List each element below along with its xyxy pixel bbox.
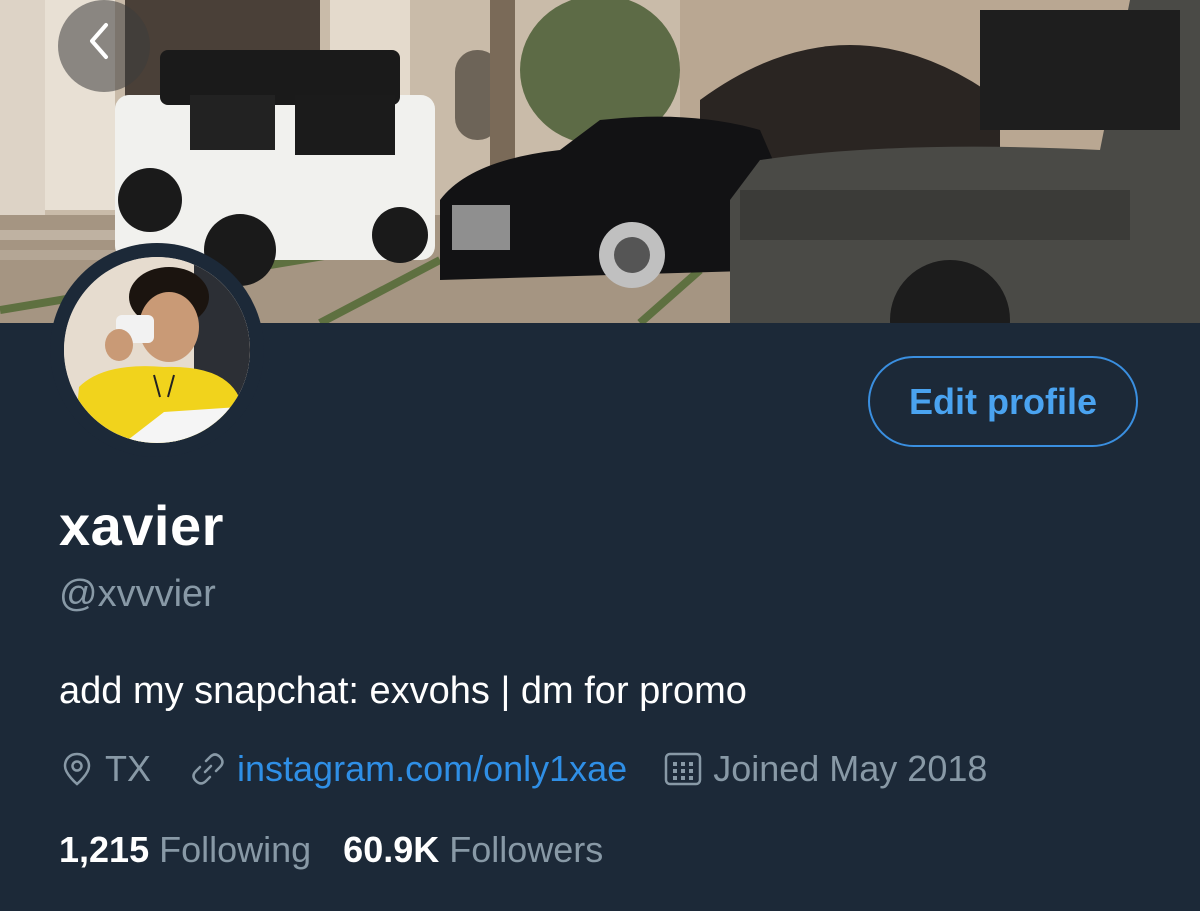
location: TX	[59, 748, 151, 790]
website[interactable]: instagram.com/only1xae	[189, 748, 627, 790]
profile-page: Edit profile xavier @xvvvier add my snap…	[0, 0, 1200, 911]
join-date: Joined May 2018	[663, 748, 987, 790]
display-name: xavier	[59, 494, 224, 557]
following-stat[interactable]: 1,215 Following	[59, 829, 311, 871]
avatar-photo	[64, 257, 250, 443]
username-handle: @xvvvier	[59, 573, 216, 615]
followers-stat[interactable]: 60.9K Followers	[343, 829, 603, 871]
back-button[interactable]	[58, 0, 150, 92]
chevron-left-icon	[90, 23, 108, 59]
avatar[interactable]	[50, 243, 264, 457]
calendar-icon	[664, 752, 702, 786]
following-count: 1,215	[59, 829, 150, 870]
join-date-text: Joined May 2018	[713, 748, 988, 789]
edit-profile-button[interactable]: Edit profile	[868, 356, 1138, 447]
profile-bio: add my snapchat: exvohs | dm for promo	[59, 670, 747, 712]
link-icon	[192, 753, 224, 785]
following-label: Following	[159, 829, 312, 870]
followers-count: 60.9K	[343, 829, 440, 870]
follow-stats: 1,215 Following 60.9K Followers	[59, 829, 603, 871]
followers-label: Followers	[449, 829, 604, 870]
location-pin-icon	[63, 752, 91, 786]
profile-meta-row: TX instagram.com/only1xae Joined May 201…	[59, 746, 987, 792]
location-text: TX	[105, 748, 152, 789]
website-link[interactable]: instagram.com/only1xae	[237, 748, 627, 790]
